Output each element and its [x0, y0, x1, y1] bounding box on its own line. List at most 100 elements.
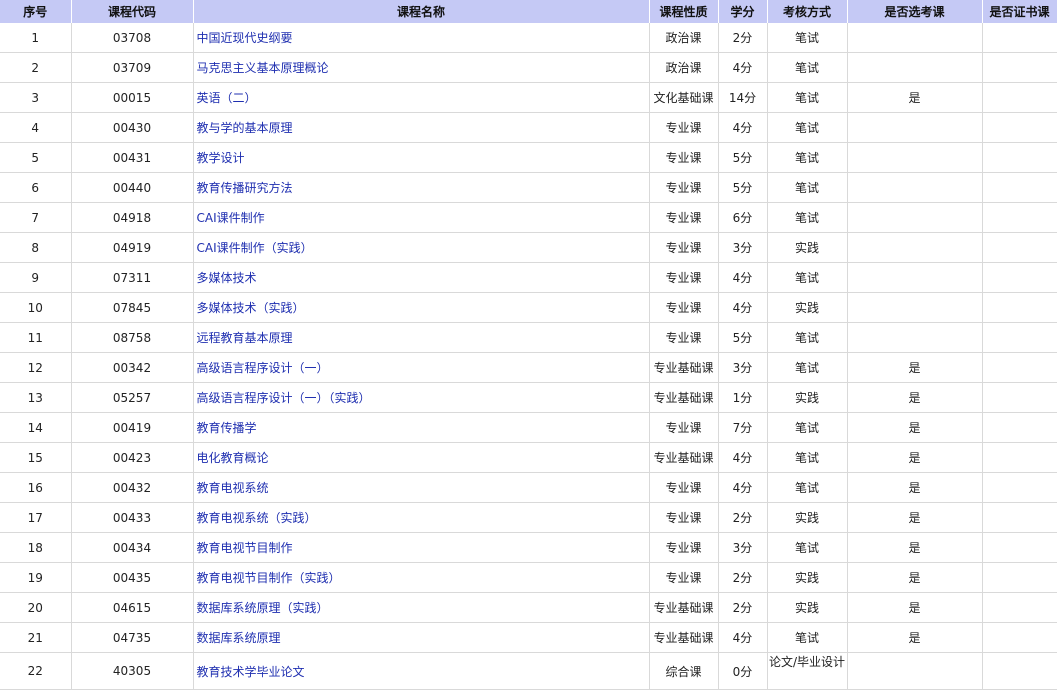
table-row: 20 04615 数据库系统原理（实践） 专业基础课 2分 实践是 — [0, 592, 1057, 623]
table-row: 9 07311 多媒体技术 专业课 4分 笔试 — [0, 262, 1057, 293]
cell-idx: 15 — [0, 442, 72, 473]
course-name-link[interactable]: 中国近现代史纲要 — [197, 31, 293, 45]
cell-cert — [982, 202, 1057, 233]
cell-type: 政治课 — [649, 52, 719, 83]
cell-elective: 是 — [847, 592, 983, 623]
cell-elective: 是 — [847, 562, 983, 593]
cell-exam: 笔试 — [767, 23, 848, 53]
cell-code: 00015 — [71, 82, 194, 113]
cell-cert — [982, 322, 1057, 353]
course-name-link[interactable]: 教育电视系统 — [197, 481, 269, 495]
course-name-link[interactable]: 教育技术学毕业论文 — [197, 665, 305, 679]
header-name: 课程名称 — [193, 0, 650, 23]
cell-code: 07845 — [71, 292, 194, 323]
cell-type: 专业基础课 — [649, 592, 719, 623]
table-row: 3 00015 英语（二） 文化基础课 14分 笔试是 — [0, 82, 1057, 113]
cell-code: 00423 — [71, 442, 194, 473]
table-row: 5 00431 教学设计 专业课 5分 笔试 — [0, 142, 1057, 173]
cell-idx: 1 — [0, 23, 72, 53]
cell-code: 00434 — [71, 532, 194, 563]
cell-exam: 笔试 — [767, 352, 848, 383]
cell-cert — [982, 142, 1057, 173]
cell-exam: 笔试 — [767, 322, 848, 353]
table-row: 6 00440 教育传播研究方法 专业课 5分 笔试 — [0, 172, 1057, 203]
cell-cert — [982, 382, 1057, 413]
cell-elective — [847, 142, 983, 173]
course-name-link[interactable]: 教育电视节目制作 — [197, 541, 293, 555]
cell-credit: 2分 — [718, 23, 768, 53]
course-name-link[interactable]: 多媒体技术（实践） — [197, 301, 305, 315]
course-name-link[interactable]: 教育传播研究方法 — [197, 181, 293, 195]
cell-name: 中国近现代史纲要 — [193, 23, 650, 53]
cell-cert — [982, 472, 1057, 503]
cell-type: 文化基础课 — [649, 82, 719, 113]
cell-cert — [982, 112, 1057, 143]
table-row: 12 00342 高级语言程序设计（一） 专业基础课 3分 笔试是 — [0, 352, 1057, 383]
table-row: 18 00434 教育电视节目制作 专业课 3分 笔试是 — [0, 532, 1057, 563]
course-name-link[interactable]: CAI课件制作 — [197, 211, 265, 225]
cell-type: 专业基础课 — [649, 352, 719, 383]
cell-idx: 11 — [0, 322, 72, 353]
cell-type: 专业课 — [649, 412, 719, 443]
cell-code: 03709 — [71, 52, 194, 83]
cell-code: 00433 — [71, 502, 194, 533]
cell-code: 04919 — [71, 232, 194, 263]
cell-credit: 3分 — [718, 532, 768, 563]
course-name-link[interactable]: 高级语言程序设计（一）（实践） — [197, 391, 371, 405]
cell-cert — [982, 172, 1057, 203]
cell-cert — [982, 622, 1057, 653]
cell-name: 多媒体技术（实践） — [193, 292, 650, 323]
course-name-link[interactable]: 远程教育基本原理 — [197, 331, 293, 345]
cell-credit: 7分 — [718, 412, 768, 443]
course-name-link[interactable]: 教育电视系统（实践） — [197, 511, 317, 525]
cell-exam: 实践 — [767, 382, 848, 413]
cell-exam: 笔试 — [767, 202, 848, 233]
cell-idx: 16 — [0, 472, 72, 503]
course-name-link[interactable]: 数据库系统原理 — [197, 631, 281, 645]
cell-type: 专业课 — [649, 262, 719, 293]
cell-code: 00419 — [71, 412, 194, 443]
cell-elective: 是 — [847, 532, 983, 563]
cell-cert — [982, 292, 1057, 323]
course-name-link[interactable]: 电化教育概论 — [197, 451, 269, 465]
cell-idx: 19 — [0, 562, 72, 593]
cell-idx: 20 — [0, 592, 72, 623]
course-name-link[interactable]: 教育电视节目制作（实践） — [197, 571, 341, 585]
cell-code: 08758 — [71, 322, 194, 353]
cell-name: 英语（二） — [193, 82, 650, 113]
cell-credit: 5分 — [718, 142, 768, 173]
cell-credit: 3分 — [718, 352, 768, 383]
cell-elective — [847, 112, 983, 143]
cell-code: 00435 — [71, 562, 194, 593]
cell-cert — [982, 232, 1057, 263]
table-row: 10 07845 多媒体技术（实践） 专业课 4分 实践 — [0, 292, 1057, 323]
course-name-link[interactable]: 教育传播学 — [197, 421, 257, 435]
cell-idx: 6 — [0, 172, 72, 203]
table-row: 15 00423 电化教育概论 专业基础课 4分 笔试是 — [0, 442, 1057, 473]
course-name-link[interactable]: 英语（二） — [197, 91, 257, 105]
cell-credit: 2分 — [718, 592, 768, 623]
course-name-link[interactable]: 教学设计 — [197, 151, 245, 165]
cell-cert — [982, 352, 1057, 383]
cell-exam: 实践 — [767, 562, 848, 593]
course-name-link[interactable]: 马克思主义基本原理概论 — [197, 61, 329, 75]
cell-idx: 8 — [0, 232, 72, 263]
cell-credit: 5分 — [718, 172, 768, 203]
cell-credit: 6分 — [718, 202, 768, 233]
cell-type: 专业课 — [649, 172, 719, 203]
course-name-link[interactable]: 数据库系统原理（实践） — [197, 601, 329, 615]
course-name-link[interactable]: 教与学的基本原理 — [197, 121, 293, 135]
cell-code: 00430 — [71, 112, 194, 143]
cell-idx: 12 — [0, 352, 72, 383]
cell-credit: 2分 — [718, 562, 768, 593]
header-elective: 是否选考课 — [847, 0, 983, 23]
cell-idx: 4 — [0, 112, 72, 143]
table-row: 11 08758 远程教育基本原理 专业课 5分 笔试 — [0, 322, 1057, 353]
course-name-link[interactable]: CAI课件制作（实践） — [197, 241, 313, 255]
course-name-link[interactable]: 高级语言程序设计（一） — [197, 361, 329, 375]
course-name-link[interactable]: 多媒体技术 — [197, 271, 257, 285]
cell-cert — [982, 442, 1057, 473]
cell-type: 专业基础课 — [649, 622, 719, 653]
table-header: 序号 课程代码 课程名称 课程性质 学分 考核方式 是否选考课 是否证书课 — [0, 0, 1057, 23]
cell-credit: 0分 — [718, 652, 768, 690]
